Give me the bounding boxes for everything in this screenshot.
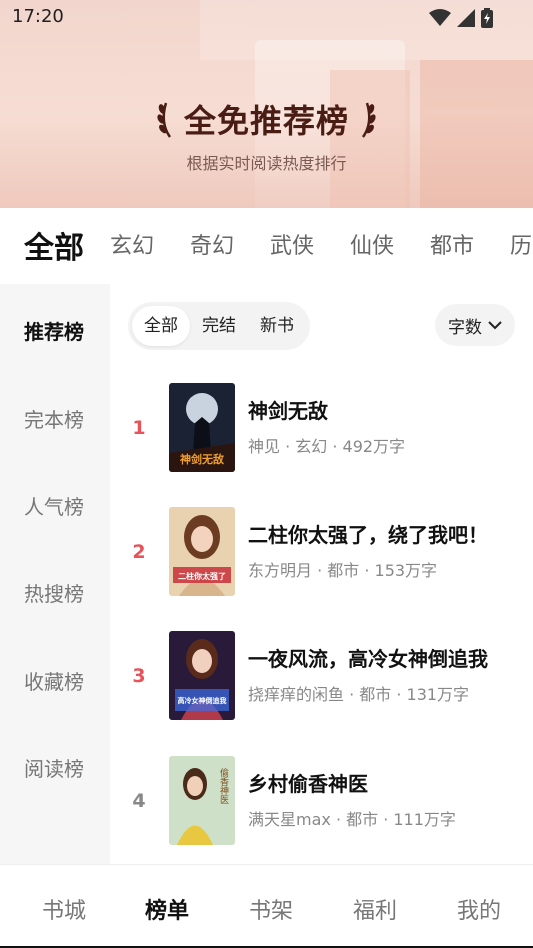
sort-label: 字数 — [448, 317, 482, 338]
category-tabs: 全部 玄幻 奇幻 武侠 仙侠 都市 历 — [0, 208, 533, 284]
nav-profile[interactable]: 我的 — [457, 893, 501, 925]
category-tab-xianxia[interactable]: 仙侠 — [350, 228, 394, 260]
book-cover-image: 二柱你太强了 — [169, 507, 235, 596]
book-item[interactable]: 3 高冷女神倒追我 一夜风流，高冷女神倒追我 挠痒痒的闲鱼 · 都市 · 131… — [110, 631, 533, 721]
category-tab-qihuan[interactable]: 奇幻 — [190, 228, 234, 260]
rank-tab-finished[interactable]: 完本榜 — [24, 404, 84, 433]
nav-bookstore[interactable]: 书城 — [42, 893, 86, 925]
book-cover[interactable]: 偷香神医 — [169, 756, 235, 845]
chevron-down-icon — [488, 321, 502, 330]
book-item[interactable]: 4 偷香神医 乡村偷香神医 满天星max · 都市 · 111万字 — [110, 756, 533, 846]
filter-new[interactable]: 新书 — [248, 306, 306, 346]
ranking-panel: 全部 完结 新书 字数 1 神剑无敌 神剑无敌 神见 · 玄幻 · 492万字 … — [110, 284, 533, 864]
book-cover[interactable]: 高冷女神倒追我 — [169, 631, 235, 720]
book-title: 神剑无敌 — [248, 399, 328, 423]
status-filter: 全部 完结 新书 — [128, 302, 310, 350]
cover-title: 高冷女神倒追我 — [178, 696, 227, 705]
battery-icon — [481, 8, 493, 28]
filter-all[interactable]: 全部 — [132, 306, 190, 346]
book-meta: 东方明月 · 都市 · 153万字 — [248, 561, 438, 580]
category-tab-wuxia[interactable]: 武侠 — [270, 228, 314, 260]
page-title: 全免推荐榜 — [183, 102, 349, 140]
status-icons — [429, 8, 493, 28]
book-cover-image: 偷香神医 — [169, 756, 235, 845]
signal-icon — [457, 9, 475, 27]
wifi-icon — [429, 9, 451, 26]
status-time: 17:20 — [12, 6, 64, 27]
book-cover-image: 神剑无敌 — [169, 383, 235, 472]
cover-title: 二柱你太强了 — [178, 571, 226, 581]
cover-title: 偷香神医 — [218, 767, 229, 804]
book-title: 一夜风流，高冷女神倒追我 — [248, 647, 488, 671]
rank-tab-favorites[interactable]: 收藏榜 — [24, 666, 84, 695]
bottom-nav: 书城 榜单 书架 福利 我的 — [0, 864, 533, 948]
rank-number: 3 — [132, 665, 146, 687]
hero-title-row: 全免推荐榜 — [0, 96, 533, 142]
book-item[interactable]: 1 神剑无敌 神剑无敌 神见 · 玄幻 · 492万字 — [110, 383, 533, 473]
sort-dropdown[interactable]: 字数 — [435, 304, 515, 346]
nav-welfare[interactable]: 福利 — [353, 893, 397, 925]
book-meta: 挠痒痒的闲鱼 · 都市 · 131万字 — [248, 685, 470, 704]
rank-sidebar: 推荐榜 完本榜 人气榜 热搜榜 收藏榜 阅读榜 — [0, 284, 110, 864]
laurel-left-icon — [157, 102, 172, 138]
cover-title: 神剑无敌 — [180, 452, 224, 466]
nav-rankings[interactable]: 榜单 — [145, 893, 189, 925]
book-meta: 满天星max · 都市 · 111万字 — [248, 810, 456, 829]
hero-banner: 17:20 全免推荐榜 根据实时阅读热度排行 — [0, 0, 533, 208]
rank-number: 2 — [132, 541, 146, 563]
status-bar: 17:20 — [0, 0, 533, 34]
book-item[interactable]: 2 二柱你太强了 二柱你太强了，绕了我吧！ 东方明月 · 都市 · 153万字 — [110, 507, 533, 597]
rank-tab-recommend[interactable]: 推荐榜 — [24, 316, 84, 345]
category-tab-all[interactable]: 全部 — [24, 223, 84, 267]
rank-tab-hot-search[interactable]: 热搜榜 — [24, 578, 84, 607]
category-tab-dushi[interactable]: 都市 — [430, 228, 474, 260]
category-tab-lishi[interactable]: 历 — [510, 228, 532, 260]
book-meta: 神见 · 玄幻 · 492万字 — [248, 437, 406, 456]
book-title: 乡村偷香神医 — [248, 772, 368, 796]
rank-tab-popular[interactable]: 人气榜 — [24, 491, 84, 520]
book-title: 二柱你太强了，绕了我吧！ — [248, 523, 488, 547]
nav-bookshelf[interactable]: 书架 — [249, 893, 293, 925]
book-cover[interactable]: 神剑无敌 — [169, 383, 235, 472]
rank-tab-reading[interactable]: 阅读榜 — [24, 753, 84, 782]
category-tab-xuanhuan[interactable]: 玄幻 — [110, 228, 154, 260]
page-subtitle: 根据实时阅读热度排行 — [186, 154, 347, 173]
rank-number: 4 — [132, 790, 146, 812]
rank-number: 1 — [132, 417, 146, 439]
filter-finished[interactable]: 完结 — [190, 306, 248, 346]
book-cover[interactable]: 二柱你太强了 — [169, 507, 235, 596]
book-cover-image: 高冷女神倒追我 — [169, 631, 235, 720]
laurel-right-icon — [361, 102, 376, 138]
